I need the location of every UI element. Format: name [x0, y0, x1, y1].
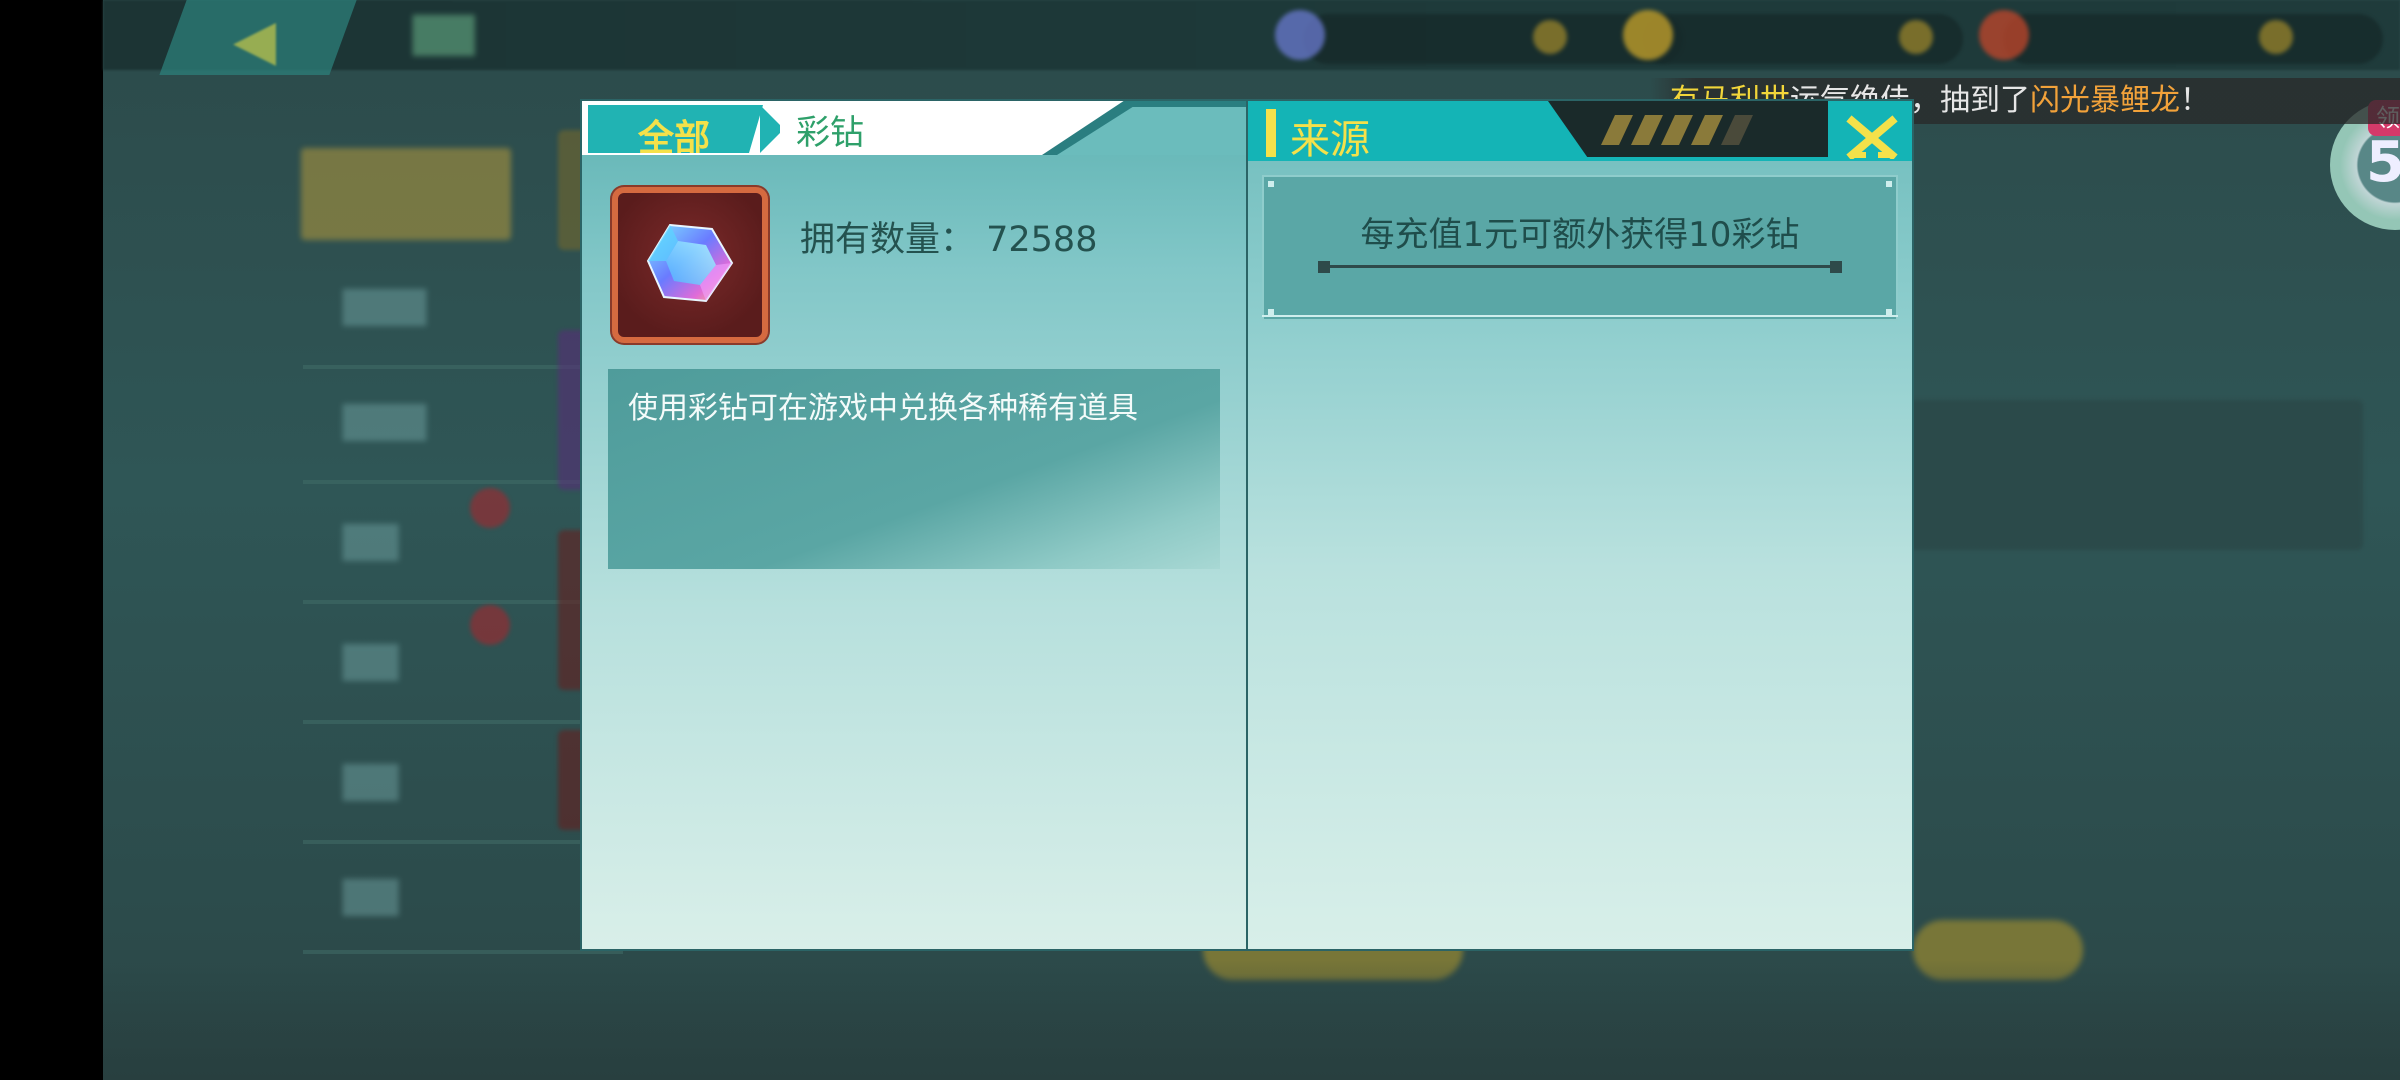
diamond-graphic	[646, 223, 734, 303]
corner-dot	[1886, 181, 1892, 187]
bg-page-title: ▇▇	[413, 10, 475, 56]
source-title: 来源	[1290, 117, 1370, 163]
item-description-box: 使用彩钻可在游戏中兑换各种稀有道具	[608, 369, 1220, 569]
source-divider	[1324, 265, 1836, 268]
tab-all[interactable]: 全部	[588, 105, 763, 153]
bg-sidebar-selected	[301, 148, 511, 240]
corner-dot	[1268, 181, 1274, 187]
stripe	[1601, 115, 1633, 145]
bg-ball-icon	[1979, 10, 2029, 60]
avatar-badge-number: 5	[2366, 130, 2400, 195]
divider-cap	[1318, 261, 1330, 273]
close-x-icon[interactable]	[1846, 115, 1898, 161]
item-description: 使用彩钻可在游戏中兑换各种稀有道具	[628, 391, 1138, 426]
bg-sidebar-divider	[303, 720, 623, 724]
tab-caizuan[interactable]: 彩钻	[780, 101, 1050, 155]
header-accent-bar	[1266, 109, 1276, 157]
header-stripe-decoration	[1548, 101, 1828, 157]
bg-sidebar-text: ▇▇▇	[343, 285, 427, 326]
bg-sidebar-text: ▇▇	[343, 520, 399, 561]
source-header: 来源	[1248, 101, 1912, 163]
item-detail-panel: 全部 彩钻 拥有数量： 72588 使用彩钻可在游戏中兑换各种稀有道具	[582, 101, 1246, 949]
close-x-graphic	[1846, 115, 1898, 161]
bg-sidebar-divider	[303, 840, 623, 844]
source-panel: 来源 每充值1元可额外获得10彩钻	[1248, 101, 1912, 949]
bg-diamond-icon	[1275, 10, 1325, 60]
rainbow-diamond-icon	[612, 187, 768, 343]
bg-bottom-shade	[103, 960, 2400, 1080]
owned-quantity: 拥有数量： 72588	[800, 220, 1098, 260]
bg-sidebar-text: ▇▇	[343, 640, 399, 681]
bg-plus-icon	[2259, 20, 2293, 54]
bg-sidebar-text: ▇▇▇	[343, 400, 427, 441]
bg-resource-bar-3	[2003, 14, 2383, 64]
bg-plus-icon	[1533, 20, 1567, 54]
source-text: 每充值1元可额外获得10彩钻	[1360, 215, 1800, 255]
stripe	[1661, 115, 1693, 145]
back-arrow-icon: ◀	[233, 8, 277, 73]
game-screen: ◀ ▇▇ ▇▇▇ ▇▇▇ ▇▇ ▇▇ ▇▇ ▇▇ 5 闪光暴鲤龙！ 全部 彩钻 …	[0, 0, 2400, 1080]
bg-sidebar-divider	[303, 950, 623, 954]
ticker-item-name: 闪光暴鲤龙	[2030, 83, 2180, 118]
source-item[interactable]: 每充值1元可额外获得10彩钻	[1262, 175, 1898, 321]
bg-sidebar-text: ▇▇	[343, 760, 399, 801]
stripe	[1631, 115, 1663, 145]
bg-notification-dot	[470, 488, 510, 528]
divider-cap	[1830, 261, 1842, 273]
stripe	[1721, 115, 1753, 145]
bg-sidebar-text: ▇▇	[343, 875, 399, 916]
source-bottom-line	[1262, 315, 1898, 317]
tab-caizuan-label: 彩钻	[796, 113, 864, 153]
ticker-end-text: ！	[2180, 83, 2210, 118]
bg-coin-icon	[1623, 10, 1673, 60]
item-tab-bar: 全部 彩钻	[582, 101, 1246, 155]
bg-plus-icon	[1899, 20, 1933, 54]
tab-all-label: 全部	[638, 118, 711, 159]
bg-notification-dot	[470, 605, 510, 645]
stripe	[1691, 115, 1723, 145]
